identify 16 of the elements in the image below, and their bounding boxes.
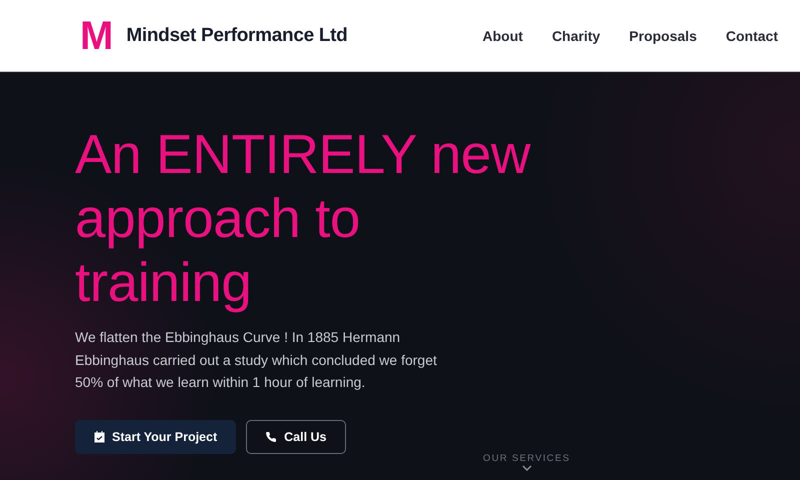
nav-link[interactable]: Contact bbox=[726, 28, 778, 44]
hero-heading: approach to bbox=[75, 186, 361, 250]
nav-link[interactable]: Charity bbox=[552, 28, 600, 44]
calendar-icon bbox=[94, 430, 105, 442]
hero-heading: An ENTIRELY new bbox=[75, 122, 532, 186]
nav-link[interactable]: Proposals bbox=[629, 28, 697, 44]
phone-icon bbox=[265, 430, 278, 442]
hero-description: We flatten the Ebbinghaus Curve ! In 1885 Hermann Ebbinghaus carried out a study which concluded we forget 50% of what we learn within 1 hour of learning. bbox=[75, 328, 438, 392]
logo[interactable]: M bbox=[80, 16, 114, 56]
start-project-button[interactable]: Start Your Project bbox=[75, 420, 236, 454]
hero-heading: training bbox=[75, 250, 252, 314]
call-button[interactable]: Call Us bbox=[246, 420, 346, 454]
nav-link[interactable]: About bbox=[482, 28, 523, 44]
chevron-down-icon[interactable] bbox=[522, 465, 532, 471]
brand-name: Mindset Performance Ltd bbox=[126, 24, 348, 46]
scroll-hint[interactable]: OUR SERVICES bbox=[483, 453, 570, 464]
